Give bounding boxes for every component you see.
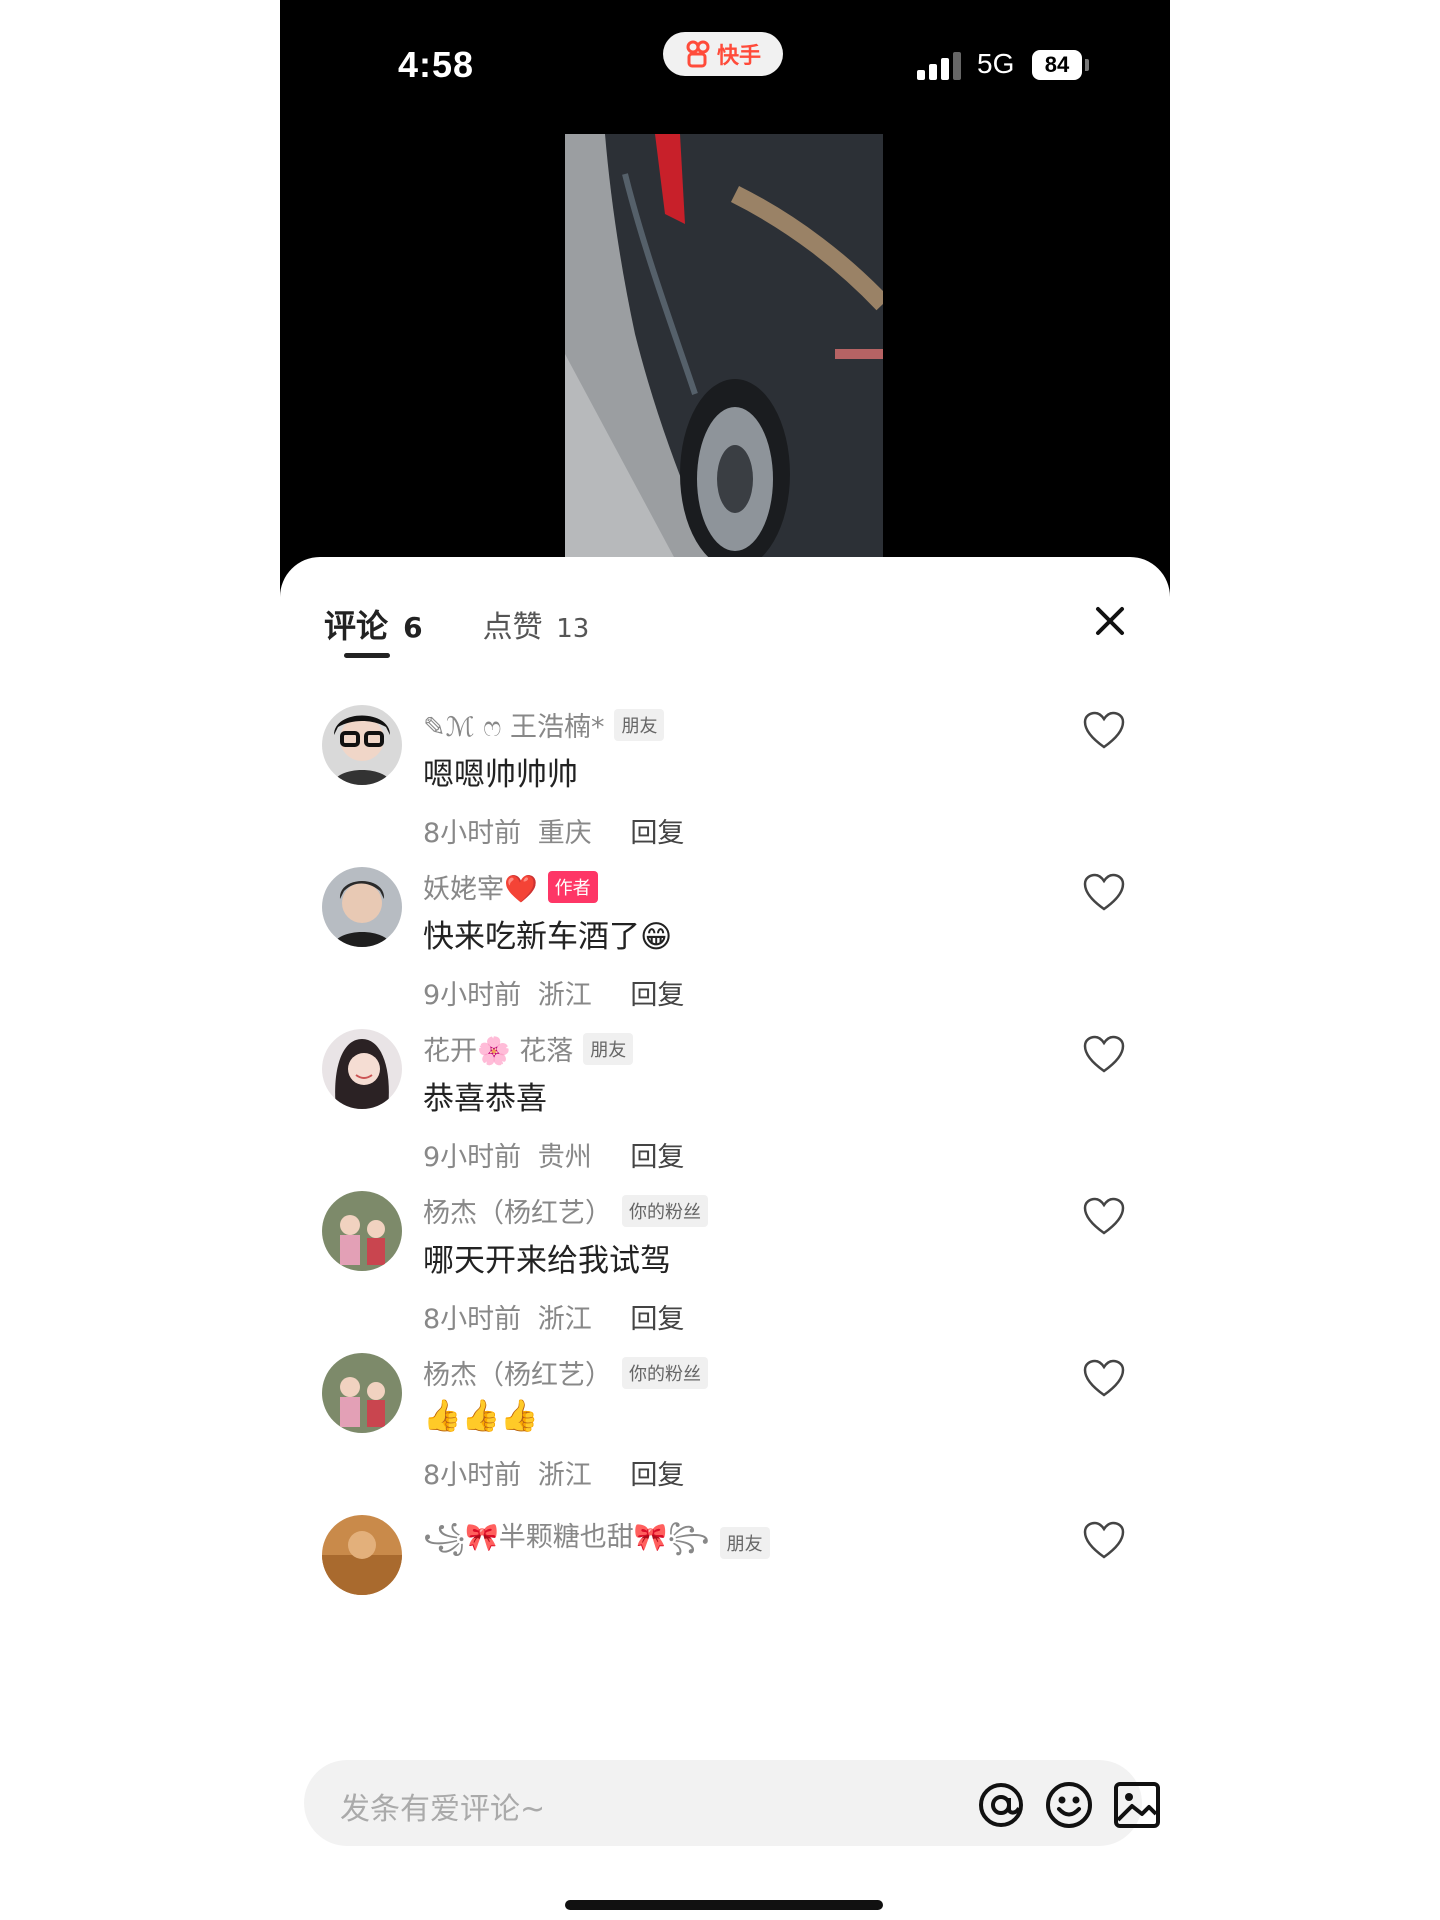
reply-button[interactable]: 回复 bbox=[630, 1460, 684, 1491]
tab-comments-count: 6 bbox=[403, 611, 423, 644]
heart-icon[interactable] bbox=[1083, 711, 1125, 751]
comment-location: 浙江 bbox=[537, 1304, 592, 1335]
tab-comments-label: 评论 bbox=[324, 607, 389, 645]
home-indicator[interactable] bbox=[565, 1900, 883, 1910]
heart-icon[interactable] bbox=[1083, 1521, 1125, 1561]
username-text: 杨杰（杨红艺） bbox=[423, 1360, 612, 1391]
comment-username[interactable]: 花开🌸 花落 朋友 bbox=[423, 1029, 634, 1068]
app-indicator-pill[interactable]: 快手 bbox=[663, 32, 783, 76]
comment-username[interactable]: 妖姥宰❤️ 作者 bbox=[423, 867, 598, 906]
comment-meta: 9小时前 浙江 回复 bbox=[423, 973, 684, 1012]
avatar[interactable] bbox=[322, 867, 402, 947]
author-badge: 作者 bbox=[547, 870, 598, 903]
comments-sheet: 评论 6 点赞 13 ✎ℳ ෆ 王浩楠* 朋友 嗯嗯帅帅帅 8小时前 重庆 回复… bbox=[280, 557, 1170, 1920]
kuaishou-logo-icon bbox=[686, 40, 710, 68]
comment-time: 8小时前 bbox=[423, 1304, 522, 1335]
heart-icon[interactable] bbox=[1083, 1197, 1125, 1237]
comment-meta: 8小时前 重庆 回复 bbox=[423, 811, 684, 850]
comment-text: 恭喜恭喜 bbox=[423, 1081, 547, 1117]
tab-likes-label: 点赞 bbox=[482, 610, 543, 645]
comment-location: 浙江 bbox=[537, 1460, 592, 1491]
comment-time: 9小时前 bbox=[423, 1142, 522, 1173]
avatar[interactable] bbox=[322, 1353, 402, 1433]
sheet-tabs: 评论 6 点赞 13 bbox=[324, 601, 589, 647]
comment-meta: 8小时前 浙江 回复 bbox=[423, 1297, 684, 1336]
avatar[interactable] bbox=[322, 705, 402, 785]
comment-time: 9小时前 bbox=[423, 980, 522, 1011]
comment-text: 👍👍👍 bbox=[423, 1398, 539, 1434]
video-player[interactable]: 4:58 快手 5G 84 bbox=[280, 0, 1170, 600]
signal-icon bbox=[917, 52, 961, 80]
comment-time: 8小时前 bbox=[423, 818, 522, 849]
phone-screen: 4:58 快手 5G 84 评论 6 点赞 13 ✎ℳ ෆ 王浩楠* 朋友 嗯嗯… bbox=[280, 0, 1170, 1920]
friend-badge: 朋友 bbox=[583, 1032, 634, 1065]
network-label: 5G bbox=[977, 48, 1015, 79]
comment-location: 重庆 bbox=[537, 818, 592, 849]
friend-badge: 朋友 bbox=[719, 1527, 770, 1559]
emoji-icon[interactable] bbox=[1044, 1780, 1094, 1830]
tab-likes-count: 13 bbox=[556, 614, 590, 644]
comment-location: 贵州 bbox=[537, 1142, 592, 1173]
heart-icon[interactable] bbox=[1083, 1359, 1125, 1399]
fan-badge: 你的粉丝 bbox=[622, 1194, 708, 1227]
comment-input-bar[interactable]: 发条有爱评论~ bbox=[304, 1760, 1160, 1846]
heart-icon[interactable] bbox=[1083, 873, 1125, 913]
battery-level: 84 bbox=[1032, 50, 1082, 80]
comment-meta: 9小时前 贵州 回复 bbox=[423, 1135, 684, 1174]
comment-text: 快来吃新车酒了😁 bbox=[423, 919, 673, 955]
avatar[interactable] bbox=[322, 1191, 402, 1271]
car-image bbox=[565, 134, 883, 559]
close-icon[interactable] bbox=[1090, 601, 1130, 641]
avatar[interactable] bbox=[322, 1029, 402, 1109]
comment-username[interactable]: 杨杰（杨红艺） 你的粉丝 bbox=[423, 1353, 708, 1392]
comment-location: 浙江 bbox=[537, 980, 592, 1011]
image-icon[interactable] bbox=[1112, 1780, 1162, 1830]
at-icon[interactable] bbox=[976, 1780, 1026, 1830]
comment-input-placeholder[interactable]: 发条有爱评论~ bbox=[340, 1784, 545, 1828]
fan-badge: 你的粉丝 bbox=[622, 1356, 708, 1389]
heart-icon[interactable] bbox=[1083, 1035, 1125, 1075]
status-time: 4:58 bbox=[398, 44, 475, 85]
comment-username[interactable]: ✎ℳ ෆ 王浩楠* 朋友 bbox=[423, 705, 665, 744]
reply-button[interactable]: 回复 bbox=[630, 980, 684, 1011]
comment-item: ꧁🎀半颗糖也甜🎀꧂ 朋友 bbox=[280, 1515, 1170, 1599]
comment-text: 嗯嗯帅帅帅 bbox=[423, 757, 578, 793]
username-text: 妖姥宰❤️ bbox=[423, 874, 538, 905]
avatar[interactable] bbox=[322, 1515, 402, 1595]
comment-text: 哪天开来给我试驾 bbox=[423, 1243, 671, 1279]
reply-button[interactable]: 回复 bbox=[630, 1142, 684, 1173]
video-thumbnail[interactable] bbox=[565, 134, 883, 559]
battery-tip bbox=[1085, 59, 1089, 71]
active-tab-indicator bbox=[344, 653, 390, 658]
comment-username[interactable]: ꧁🎀半颗糖也甜🎀꧂ 朋友 bbox=[423, 1515, 770, 1571]
username-text: ✎ℳ ෆ 王浩楠* bbox=[423, 712, 605, 743]
tab-comments[interactable]: 评论 6 bbox=[324, 601, 423, 647]
comment-meta: 8小时前 浙江 回复 bbox=[423, 1453, 684, 1492]
reply-button[interactable]: 回复 bbox=[630, 818, 684, 849]
reply-button[interactable]: 回复 bbox=[630, 1304, 684, 1335]
comment-username[interactable]: 杨杰（杨红艺） 你的粉丝 bbox=[423, 1191, 708, 1230]
tab-likes[interactable]: 点赞 13 bbox=[483, 602, 590, 646]
comment-time: 8小时前 bbox=[423, 1460, 522, 1491]
username-text: 花开🌸 花落 bbox=[423, 1036, 574, 1067]
username-text: 杨杰（杨红艺） bbox=[423, 1198, 612, 1229]
username-text: ꧁🎀半颗糖也甜🎀꧂ bbox=[423, 1522, 710, 1553]
friend-badge: 朋友 bbox=[614, 708, 665, 741]
app-name: 快手 bbox=[716, 44, 761, 69]
